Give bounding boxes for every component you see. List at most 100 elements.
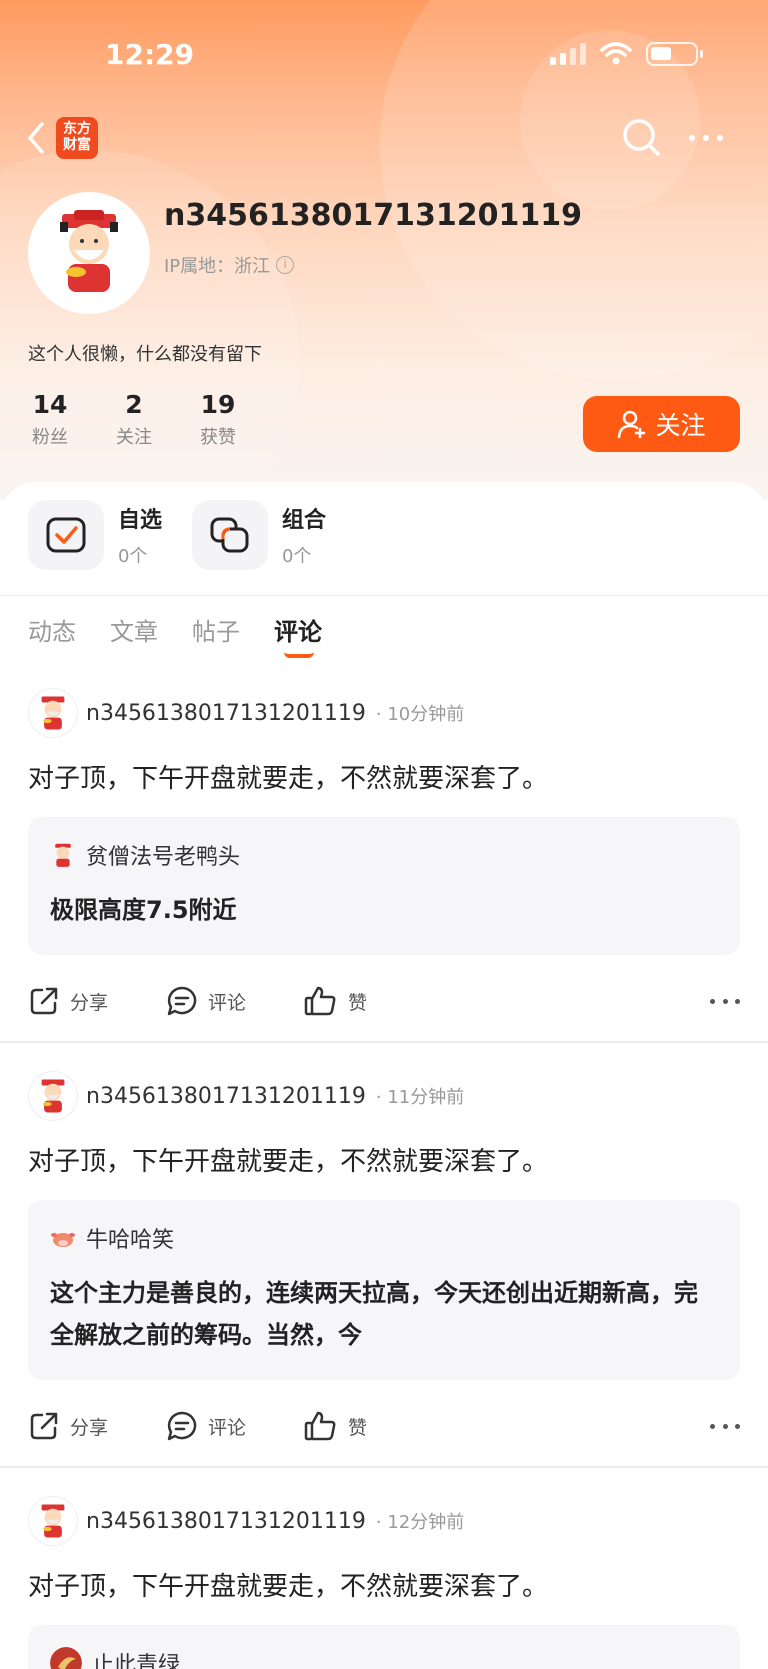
watchlist-favorites[interactable]: 自选 0个 bbox=[28, 500, 162, 570]
follow-button[interactable]: 关注 bbox=[583, 396, 740, 452]
avatar bbox=[50, 1225, 76, 1251]
like-button[interactable]: 赞 bbox=[304, 1410, 442, 1442]
comment-button[interactable]: 评论 bbox=[166, 1410, 304, 1442]
tab-comments-label: 评论 bbox=[274, 618, 322, 646]
chevron-left-icon bbox=[28, 122, 44, 154]
share-icon bbox=[30, 987, 58, 1015]
content-card: 自选 0个 组合 0个 动态 文章 帖子 评论 n345613801713120… bbox=[0, 482, 768, 1669]
avatar[interactable] bbox=[28, 688, 78, 738]
thumbs-up-icon bbox=[304, 986, 336, 1016]
quoted-post[interactable]: 牛哈哈笑 这个主力是善良的，连续两天拉高，今天还创出近期新高，完全解放之前的筹码… bbox=[28, 1200, 740, 1380]
like-label: 赞 bbox=[348, 1416, 368, 1439]
comment-button[interactable]: 评论 bbox=[166, 985, 304, 1017]
more-options-button[interactable] bbox=[686, 124, 726, 152]
logo-text: 东方 bbox=[63, 121, 91, 137]
red-bird-avatar-icon bbox=[50, 1647, 82, 1669]
profile-avatar[interactable] bbox=[28, 192, 150, 314]
post-time: · 12分钟前 bbox=[375, 1512, 465, 1533]
avatar[interactable] bbox=[28, 1071, 78, 1121]
quoted-post-header: 牛哈哈笑 bbox=[50, 1222, 718, 1254]
quoted-username: 止此青绿 bbox=[92, 1653, 181, 1669]
fortune-god-avatar-icon bbox=[55, 843, 71, 867]
watch-count: 0个 bbox=[118, 546, 148, 567]
watchlist-portfolio[interactable]: 组合 0个 bbox=[192, 500, 326, 570]
more-horizontal-icon[interactable] bbox=[710, 1416, 740, 1436]
watchlist-row: 自选 0个 组合 0个 bbox=[28, 500, 326, 570]
cow-avatar-icon bbox=[51, 1233, 75, 1247]
search-button[interactable] bbox=[620, 116, 664, 160]
top-nav: 东方 财富 bbox=[0, 112, 768, 162]
tab-activity[interactable]: 动态 bbox=[28, 612, 76, 662]
portfolio-icon-box bbox=[192, 500, 269, 570]
post-header: n3456138017131201119 · 12分钟前 bbox=[0, 1486, 768, 1556]
logo-text: 财富 bbox=[63, 137, 91, 153]
back-button[interactable] bbox=[22, 118, 52, 158]
quoted-post-header: 止此青绿 bbox=[50, 1647, 718, 1669]
share-label: 分享 bbox=[70, 991, 109, 1014]
share-button[interactable]: 分享 bbox=[28, 985, 166, 1017]
profile-stats: 14 粉丝 2 关注 19 获赞 bbox=[28, 390, 240, 449]
watch-count: 0个 bbox=[282, 546, 312, 567]
app-logo: 东方 财富 bbox=[56, 117, 98, 159]
post-username[interactable]: n3456138017131201119 bbox=[86, 701, 366, 726]
add-user-icon bbox=[618, 410, 646, 439]
profile-username: n3456138017131201119 bbox=[164, 198, 582, 233]
post-username[interactable]: n3456138017131201119 bbox=[86, 1509, 366, 1534]
more-horizontal-icon bbox=[689, 135, 723, 141]
tab-comments[interactable]: 评论 bbox=[274, 612, 322, 662]
fortune-god-avatar-icon bbox=[60, 210, 118, 292]
post-time: · 10分钟前 bbox=[375, 704, 465, 725]
stat-label: 粉丝 bbox=[32, 427, 68, 448]
fortune-god-avatar-icon bbox=[41, 696, 65, 730]
ip-location: IP属地：浙江 i bbox=[164, 252, 295, 278]
profile-tabs: 动态 文章 帖子 评论 bbox=[28, 612, 322, 662]
tab-articles[interactable]: 文章 bbox=[110, 612, 158, 662]
comments-feed: n3456138017131201119 · 10分钟前 对子顶，下午开盘就要走… bbox=[0, 678, 768, 1669]
quoted-text: 极限高度7.5附近 bbox=[50, 896, 237, 924]
avatar[interactable] bbox=[28, 1496, 78, 1546]
comment-icon bbox=[167, 1411, 197, 1441]
stat-label: 获赞 bbox=[200, 427, 236, 448]
quoted-username: 贫僧法号老鸭头 bbox=[86, 845, 241, 870]
quoted-post[interactable]: 贫僧法号老鸭头 极限高度7.5附近 bbox=[28, 817, 740, 955]
more-horizontal-icon[interactable] bbox=[710, 991, 740, 1011]
comment-label: 评论 bbox=[208, 991, 247, 1014]
status-bar: 12:29 bbox=[0, 30, 768, 80]
quoted-text: 这个主力是善良的，连续两天拉高，今天还创出近期新高，完全解放之前的筹码。当然，今 bbox=[50, 1279, 698, 1349]
share-icon bbox=[30, 1412, 58, 1440]
search-icon bbox=[623, 119, 660, 156]
post-text[interactable]: 对子顶，下午开盘就要走，不然就要深套了。 bbox=[0, 758, 768, 795]
post-text[interactable]: 对子顶，下午开盘就要走，不然就要深套了。 bbox=[0, 1566, 768, 1603]
wifi-icon bbox=[600, 42, 632, 65]
thumbs-up-icon bbox=[304, 1411, 336, 1441]
post-text[interactable]: 对子顶，下午开盘就要走，不然就要深套了。 bbox=[0, 1141, 768, 1178]
post-username[interactable]: n3456138017131201119 bbox=[86, 1084, 366, 1109]
post-actions: 分享 评论 赞 bbox=[0, 1386, 768, 1466]
post-time: · 11分钟前 bbox=[375, 1087, 465, 1108]
stat-label: 关注 bbox=[116, 427, 152, 448]
active-tab-indicator bbox=[284, 652, 314, 658]
stat-following[interactable]: 2 关注 bbox=[112, 390, 156, 449]
stat-likes[interactable]: 19 获赞 bbox=[196, 390, 240, 449]
stat-followers[interactable]: 14 粉丝 bbox=[28, 390, 72, 449]
watch-title: 组合 bbox=[282, 508, 327, 533]
post-actions: 分享 评论 赞 bbox=[0, 961, 768, 1041]
info-icon[interactable]: i bbox=[276, 256, 295, 274]
like-button[interactable]: 赞 bbox=[304, 985, 442, 1017]
comment-item: n3456138017131201119 · 10分钟前 对子顶，下午开盘就要走… bbox=[0, 678, 768, 1043]
quoted-post[interactable]: 止此青绿 bbox=[28, 1625, 740, 1669]
fortune-god-avatar-icon bbox=[41, 1504, 65, 1538]
share-button[interactable]: 分享 bbox=[28, 1410, 166, 1442]
fortune-god-avatar-icon bbox=[41, 1079, 65, 1113]
share-label: 分享 bbox=[70, 1416, 109, 1439]
stat-number: 14 bbox=[32, 390, 68, 419]
quoted-username: 牛哈哈笑 bbox=[86, 1228, 175, 1253]
comment-icon bbox=[167, 986, 197, 1016]
post-header: n3456138017131201119 · 11分钟前 bbox=[0, 1061, 768, 1131]
stat-number: 19 bbox=[200, 390, 236, 419]
quoted-post-header: 贫僧法号老鸭头 bbox=[50, 839, 718, 871]
avatar bbox=[50, 1647, 82, 1669]
comment-item: n3456138017131201119 · 12分钟前 对子顶，下午开盘就要走… bbox=[0, 1486, 768, 1669]
tab-posts[interactable]: 帖子 bbox=[192, 612, 240, 662]
divider bbox=[0, 595, 768, 596]
